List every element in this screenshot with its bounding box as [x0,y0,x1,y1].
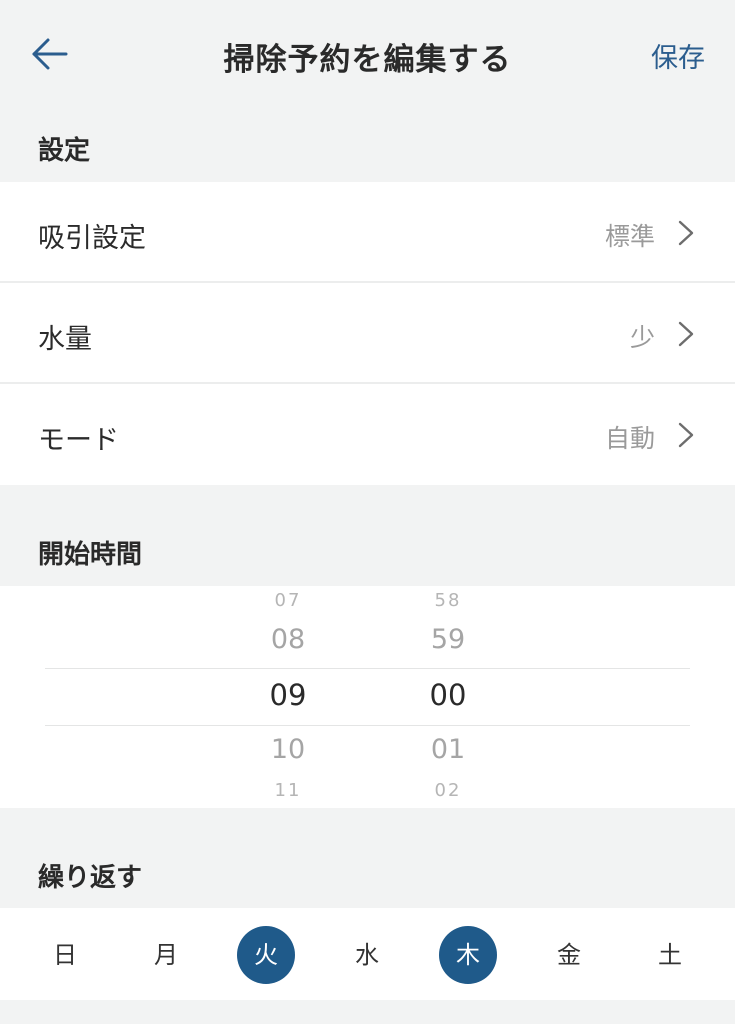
settings-section-title: 設定 [38,136,91,166]
suction-setting-value: 標準 [604,222,655,251]
day-toggle-mon[interactable]: 月 [137,926,195,984]
selected-minute[interactable]: 00 [388,678,508,712]
day-toggle-sat[interactable]: 土 [641,926,699,984]
day-toggle-wed[interactable]: 水 [338,926,396,984]
water-amount-value: 少 [629,323,655,352]
time-picker[interactable]: 07 08 09 10 11 58 59 00 01 02 [0,586,735,808]
suction-setting-row[interactable]: 吸引設定 標準 [0,182,735,283]
hour-option[interactable]: 07 [228,590,348,611]
water-amount-label: 水量 [38,324,92,355]
selected-hour[interactable]: 09 [228,678,348,712]
minute-option[interactable]: 01 [388,734,508,765]
hour-wheel[interactable]: 07 08 09 10 11 [228,586,348,808]
chevron-right-icon [678,422,694,448]
mode-row[interactable]: モード 自動 [0,384,735,485]
repeat-days: 日 月 火 水 木 金 土 [0,908,735,1000]
day-toggle-sun[interactable]: 日 [36,926,94,984]
repeat-section-title: 繰り返す [38,863,143,893]
day-toggle-tue[interactable]: 火 [237,926,295,984]
hour-option[interactable]: 10 [228,734,348,765]
chevron-right-icon [678,220,694,246]
chevron-right-icon [678,321,694,347]
save-button[interactable]: 保存 [651,36,705,75]
app-header: 掃除予約を編集する 保存 [0,0,735,110]
settings-card: 吸引設定 標準 水量 少 モード 自動 [0,182,735,485]
minute-option[interactable]: 59 [388,624,508,655]
minute-wheel[interactable]: 58 59 00 01 02 [388,586,508,808]
hour-option[interactable]: 08 [228,624,348,655]
day-toggle-thu[interactable]: 木 [439,926,497,984]
selection-line-top [45,668,690,669]
mode-label: モード [38,425,119,456]
hour-option[interactable]: 11 [228,780,348,801]
minute-option[interactable]: 02 [388,780,508,801]
start-time-section-title: 開始時間 [38,540,143,570]
minute-option[interactable]: 58 [388,590,508,611]
page-title: 掃除予約を編集する [223,42,512,78]
selection-line-bottom [45,725,690,726]
water-amount-row[interactable]: 水量 少 [0,283,735,384]
day-toggle-fri[interactable]: 金 [540,926,598,984]
suction-setting-label: 吸引設定 [38,223,146,254]
mode-value: 自動 [604,424,655,453]
